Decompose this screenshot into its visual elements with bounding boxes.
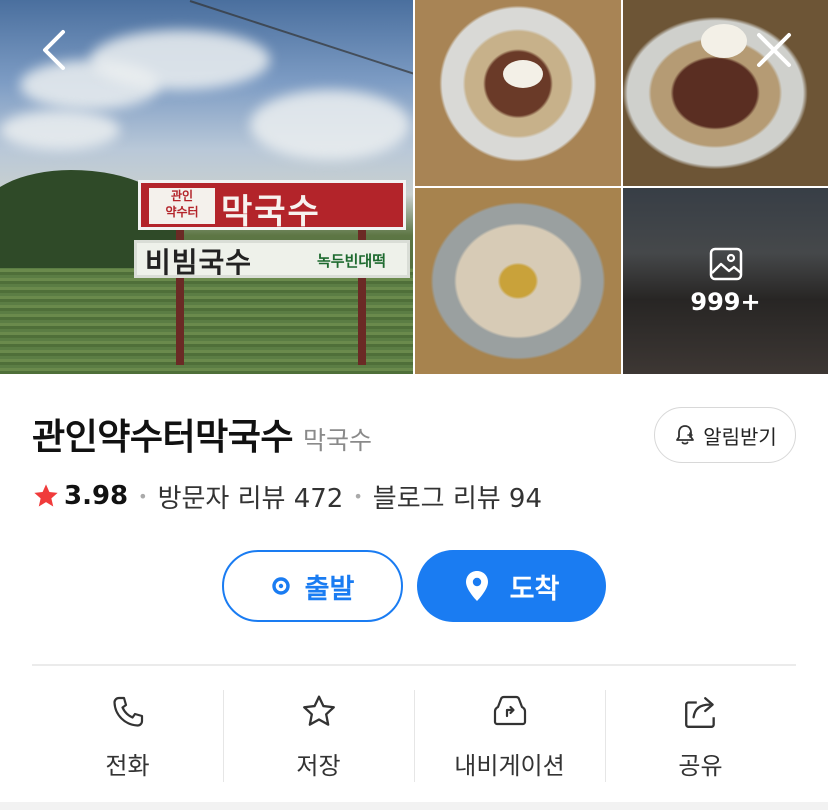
call-action[interactable]: 전화 <box>32 690 223 782</box>
cloud <box>90 30 270 90</box>
action-bar: 전화 저장 내비게이션 공유 <box>32 690 796 782</box>
egg-topping <box>503 60 543 88</box>
share-icon <box>684 697 715 728</box>
chevron-left-icon <box>43 30 65 70</box>
place-header: 관인약수터막국수 막국수 <box>32 408 372 462</box>
notify-button[interactable]: 알림받기 <box>654 407 796 463</box>
sign-white-big-text: 비빔국수 <box>145 246 253 279</box>
photo-noodle-bowl-3[interactable] <box>415 188 621 374</box>
back-button[interactable] <box>26 22 82 78</box>
origin-dot-icon <box>271 577 290 595</box>
blog-reviews-link[interactable]: 블로그 리뷰 94 <box>373 478 542 515</box>
section-divider <box>32 664 796 666</box>
notify-button-label: 알림받기 <box>703 424 777 449</box>
sign-small-text: 관인 약수터 <box>149 188 215 224</box>
more-photos-count: 999+ <box>690 288 761 316</box>
share-action-label: 공유 <box>678 752 723 780</box>
restaurant-sign-white: 비빔국수 녹두빈대떡 <box>134 240 410 279</box>
navigation-icon <box>493 695 526 726</box>
sign-small-line2: 약수터 <box>165 205 199 219</box>
star-icon <box>302 695 335 726</box>
bell-icon <box>676 425 695 445</box>
call-action-label: 전화 <box>105 752 150 780</box>
navigation-action[interactable]: 내비게이션 <box>414 690 605 782</box>
separator-dot: • <box>353 486 363 506</box>
field <box>0 268 413 374</box>
close-icon <box>757 33 791 67</box>
photo-noodle-bowl-1[interactable] <box>415 0 621 186</box>
place-title: 관인약수터막국수 <box>32 417 293 458</box>
star-rating-icon <box>34 484 58 507</box>
separator-dot: • <box>138 486 148 506</box>
save-action[interactable]: 저장 <box>223 690 414 782</box>
visitor-reviews-link[interactable]: 방문자 리뷰 472 <box>158 478 344 515</box>
sign-big-text: 막국수 <box>221 192 321 232</box>
close-button[interactable] <box>746 22 802 78</box>
rating-row: 3.98 • 방문자 리뷰 472 • 블로그 리뷰 94 <box>32 476 542 516</box>
egg-topping <box>701 24 747 58</box>
navigation-action-label: 내비게이션 <box>454 752 565 780</box>
cloud <box>0 110 120 150</box>
save-action-label: 저장 <box>296 752 341 780</box>
photo-gallery: 관인 약수터 막국수 비빔국수 녹두빈대떡 999+ <box>0 0 828 374</box>
sign-white-small-text: 녹두빈대떡 <box>317 252 387 270</box>
bottom-separator <box>0 802 828 810</box>
depart-button-label: 출발 <box>304 573 355 605</box>
sign-pole <box>358 215 366 365</box>
place-category: 막국수 <box>302 426 372 455</box>
sign-small-line1: 관인 <box>170 189 194 203</box>
depart-button[interactable]: 출발 <box>222 550 403 622</box>
image-icon <box>709 247 742 281</box>
phone-icon <box>112 696 143 727</box>
arrive-button-label: 도착 <box>509 573 560 605</box>
restaurant-sign-red: 관인 약수터 막국수 <box>138 180 406 232</box>
more-photos-button[interactable]: 999+ <box>623 188 828 374</box>
arrive-button[interactable]: 도착 <box>417 550 606 622</box>
sign-pole <box>176 215 184 365</box>
location-pin-icon <box>465 571 488 601</box>
cloud <box>250 90 410 160</box>
share-action[interactable]: 공유 <box>605 690 796 782</box>
rating-value: 3.98 <box>64 481 129 511</box>
